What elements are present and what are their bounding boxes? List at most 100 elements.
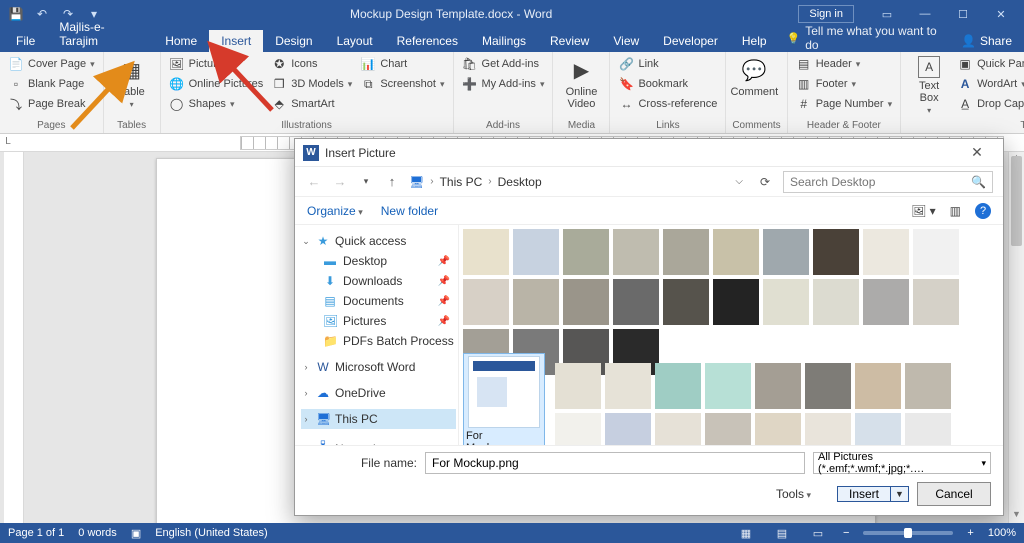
file-thumb[interactable] (913, 279, 959, 325)
scroll-down-icon[interactable]: ▼ (1009, 509, 1024, 523)
crumb-this-pc[interactable]: This PC (440, 175, 483, 189)
file-thumb[interactable] (555, 413, 601, 445)
scroll-thumb[interactable] (1011, 156, 1022, 246)
table-button[interactable]: ▦Table▾ (110, 54, 154, 118)
comment-button[interactable]: 💬Comment (732, 54, 776, 118)
tell-me-input[interactable]: Tell me what you want to do (787, 24, 949, 52)
blank-page-button[interactable]: ▫Blank Page (6, 74, 97, 94)
view-print-layout-icon[interactable]: ▤ (771, 527, 793, 540)
tree-this-pc[interactable]: ›🖥This PC (301, 409, 456, 429)
minimize-icon[interactable]: — (908, 4, 942, 24)
tree-downloads[interactable]: ⬇Downloads📌 (301, 271, 456, 291)
nav-forward-icon[interactable]: → (331, 174, 349, 189)
file-thumb[interactable] (805, 363, 851, 409)
file-thumb[interactable] (613, 279, 659, 325)
tab-file[interactable]: File (4, 30, 47, 52)
file-thumb[interactable] (763, 279, 809, 325)
file-thumb[interactable] (863, 279, 909, 325)
file-thumb[interactable] (763, 229, 809, 275)
tab-review[interactable]: Review (538, 30, 601, 52)
sign-in-button[interactable]: Sign in (798, 5, 854, 23)
tab-home[interactable]: Home (153, 30, 209, 52)
status-proofing-icon[interactable]: ▣ (131, 527, 141, 540)
nav-up-icon[interactable]: ↑ (383, 174, 401, 189)
tree-documents[interactable]: ▤Documents📌 (301, 291, 456, 311)
file-thumb[interactable] (663, 279, 709, 325)
quick-parts-button[interactable]: ▣Quick Parts (955, 54, 1024, 74)
view-mode-button[interactable]: 🖼 ▾ (911, 204, 936, 218)
file-thumb[interactable] (605, 413, 651, 445)
status-page[interactable]: Page 1 of 1 (8, 527, 64, 539)
my-addins-button[interactable]: ➕My Add-ins (460, 74, 547, 94)
crumb-desktop[interactable]: Desktop (498, 175, 542, 189)
file-thumb[interactable] (813, 279, 859, 325)
zoom-level[interactable]: 100% (988, 527, 1016, 539)
breadcrumb[interactable]: 🖥 › This PC › Desktop (409, 175, 542, 189)
path-dropdown-icon[interactable]: ⌵ (731, 176, 747, 187)
tree-desktop[interactable]: ▬Desktop📌 (301, 251, 456, 271)
zoom-in-icon[interactable]: + (967, 527, 973, 539)
link-button[interactable]: 🔗Link (616, 54, 719, 74)
dialog-close-button[interactable]: ✕ (959, 144, 995, 161)
file-thumb[interactable] (663, 229, 709, 275)
tree-msword[interactable]: ›WMicrosoft Word (301, 357, 456, 377)
text-box-button[interactable]: AText Box▾ (907, 54, 951, 118)
file-thumb[interactable] (863, 229, 909, 275)
tab-references[interactable]: References (385, 30, 470, 52)
tab-design[interactable]: Design (263, 30, 324, 52)
pictures-button[interactable]: 🖼Pictures (167, 54, 266, 74)
save-icon[interactable]: 💾 (6, 4, 26, 24)
file-thumb[interactable] (855, 363, 901, 409)
file-thumb[interactable] (813, 229, 859, 275)
tree-pdfs[interactable]: 📁PDFs Batch Process (301, 331, 456, 351)
wordart-button[interactable]: AWordArt (955, 74, 1024, 94)
refresh-icon[interactable]: ⟳ (755, 175, 775, 189)
search-input[interactable] (790, 175, 971, 189)
file-thumb[interactable] (705, 413, 751, 445)
status-words[interactable]: 0 words (78, 527, 117, 539)
shapes-button[interactable]: ◯Shapes (167, 94, 266, 114)
maximize-icon[interactable]: ☐ (946, 4, 980, 24)
file-thumb-selected[interactable]: For Mockup.png (463, 353, 545, 445)
tab-developer[interactable]: Developer (651, 30, 730, 52)
page-number-button[interactable]: #Page Number (794, 94, 894, 114)
chart-button[interactable]: 📊Chart (358, 54, 446, 74)
help-icon[interactable]: ? (975, 203, 991, 219)
file-thumb[interactable] (755, 363, 801, 409)
file-filter-dropdown[interactable]: All Pictures (*.emf;*.wmf;*.jpg;*.…▾ (813, 452, 991, 474)
file-thumb[interactable] (705, 363, 751, 409)
vertical-ruler[interactable] (4, 152, 24, 523)
cover-page-button[interactable]: 📄Cover Page (6, 54, 97, 74)
share-button[interactable]: 👤Share (949, 30, 1024, 52)
file-thumb[interactable] (713, 229, 759, 275)
view-web-layout-icon[interactable]: ▭ (807, 527, 829, 540)
tree-onedrive[interactable]: ›☁OneDrive (301, 383, 456, 403)
tab-help[interactable]: Help (730, 30, 779, 52)
get-addins-button[interactable]: 🛍Get Add-ins (460, 54, 547, 74)
view-read-mode-icon[interactable]: ▦ (735, 527, 757, 540)
tab-mailings[interactable]: Mailings (470, 30, 538, 52)
drop-cap-button[interactable]: A̲Drop Cap (955, 94, 1024, 114)
insert-button[interactable]: Insert (837, 486, 891, 502)
icons-button[interactable]: ✪Icons (269, 54, 354, 74)
ribbon-options-icon[interactable]: ▭ (870, 4, 904, 24)
file-thumb[interactable] (655, 363, 701, 409)
page-break-button[interactable]: ⤵Page Break (6, 94, 97, 114)
new-folder-button[interactable]: New folder (381, 204, 438, 218)
vertical-scrollbar[interactable]: ▲ ▼ (1008, 152, 1024, 523)
online-pictures-button[interactable]: 🌐Online Pictures (167, 74, 266, 94)
nav-recent-icon[interactable]: ▾ (357, 176, 375, 187)
tab-majlis[interactable]: Majlis-e-Tarajim (47, 16, 153, 52)
file-thumb[interactable] (563, 279, 609, 325)
file-thumb[interactable] (613, 229, 659, 275)
file-thumb[interactable] (605, 363, 651, 409)
status-language[interactable]: English (United States) (155, 527, 268, 539)
cancel-button[interactable]: Cancel (917, 482, 991, 506)
tab-view[interactable]: View (601, 30, 651, 52)
file-thumb[interactable] (513, 279, 559, 325)
tools-menu[interactable]: Tools (776, 487, 811, 501)
file-thumb[interactable] (563, 229, 609, 275)
filename-input[interactable] (425, 452, 805, 474)
tab-layout[interactable]: Layout (325, 30, 385, 52)
cross-reference-button[interactable]: ↔Cross-reference (616, 94, 719, 114)
